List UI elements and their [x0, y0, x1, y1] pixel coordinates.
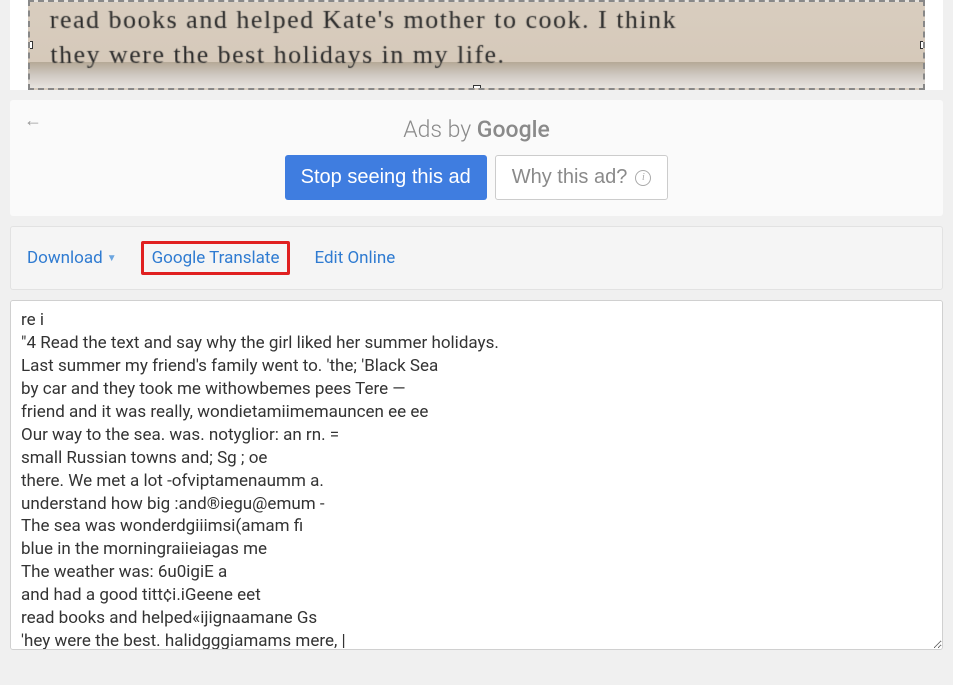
resize-handle-left[interactable] — [28, 41, 33, 49]
edit-online-label: Edit Online — [314, 248, 395, 268]
ads-byline-prefix: Ads by — [403, 116, 477, 143]
info-icon: i — [635, 170, 651, 186]
image-crop-panel: read books and helped Kate's mother to c… — [10, 0, 943, 90]
ocr-output-panel — [10, 300, 943, 654]
download-button[interactable]: Download ▼ — [27, 248, 117, 268]
google-logo-text: Google — [477, 116, 550, 143]
download-label: Download — [27, 248, 103, 268]
source-text-line1: read books and helped Kate's mother to c… — [49, 5, 677, 34]
source-text-line2: they were the best holidays in my life. — [50, 40, 506, 69]
google-translate-label: Google Translate — [152, 248, 280, 268]
why-this-ad-button[interactable]: Why this ad? i — [495, 155, 669, 200]
resize-handle-bottom[interactable] — [473, 85, 481, 90]
back-arrow-icon[interactable]: ← — [24, 110, 42, 131]
ocr-output-textarea[interactable] — [10, 300, 943, 650]
ad-panel: ← Ads by Google Stop seeing this ad Why … — [10, 100, 943, 216]
ad-buttons-row: Stop seeing this ad Why this ad? i — [20, 155, 933, 200]
stop-seeing-ad-button[interactable]: Stop seeing this ad — [285, 155, 487, 200]
ads-byline: Ads by Google — [20, 116, 933, 143]
source-image-text: read books and helped Kate's mother to c… — [49, 2, 903, 72]
google-translate-button[interactable]: Google Translate — [141, 241, 291, 275]
resize-handle-right[interactable] — [920, 41, 925, 49]
edit-online-button[interactable]: Edit Online — [314, 248, 395, 268]
chevron-down-icon: ▼ — [107, 253, 117, 264]
action-toolbar: Download ▼ Google Translate Edit Online — [10, 226, 943, 290]
cropped-image-selection[interactable]: read books and helped Kate's mother to c… — [28, 0, 925, 90]
why-this-ad-label: Why this ad? — [512, 166, 628, 189]
